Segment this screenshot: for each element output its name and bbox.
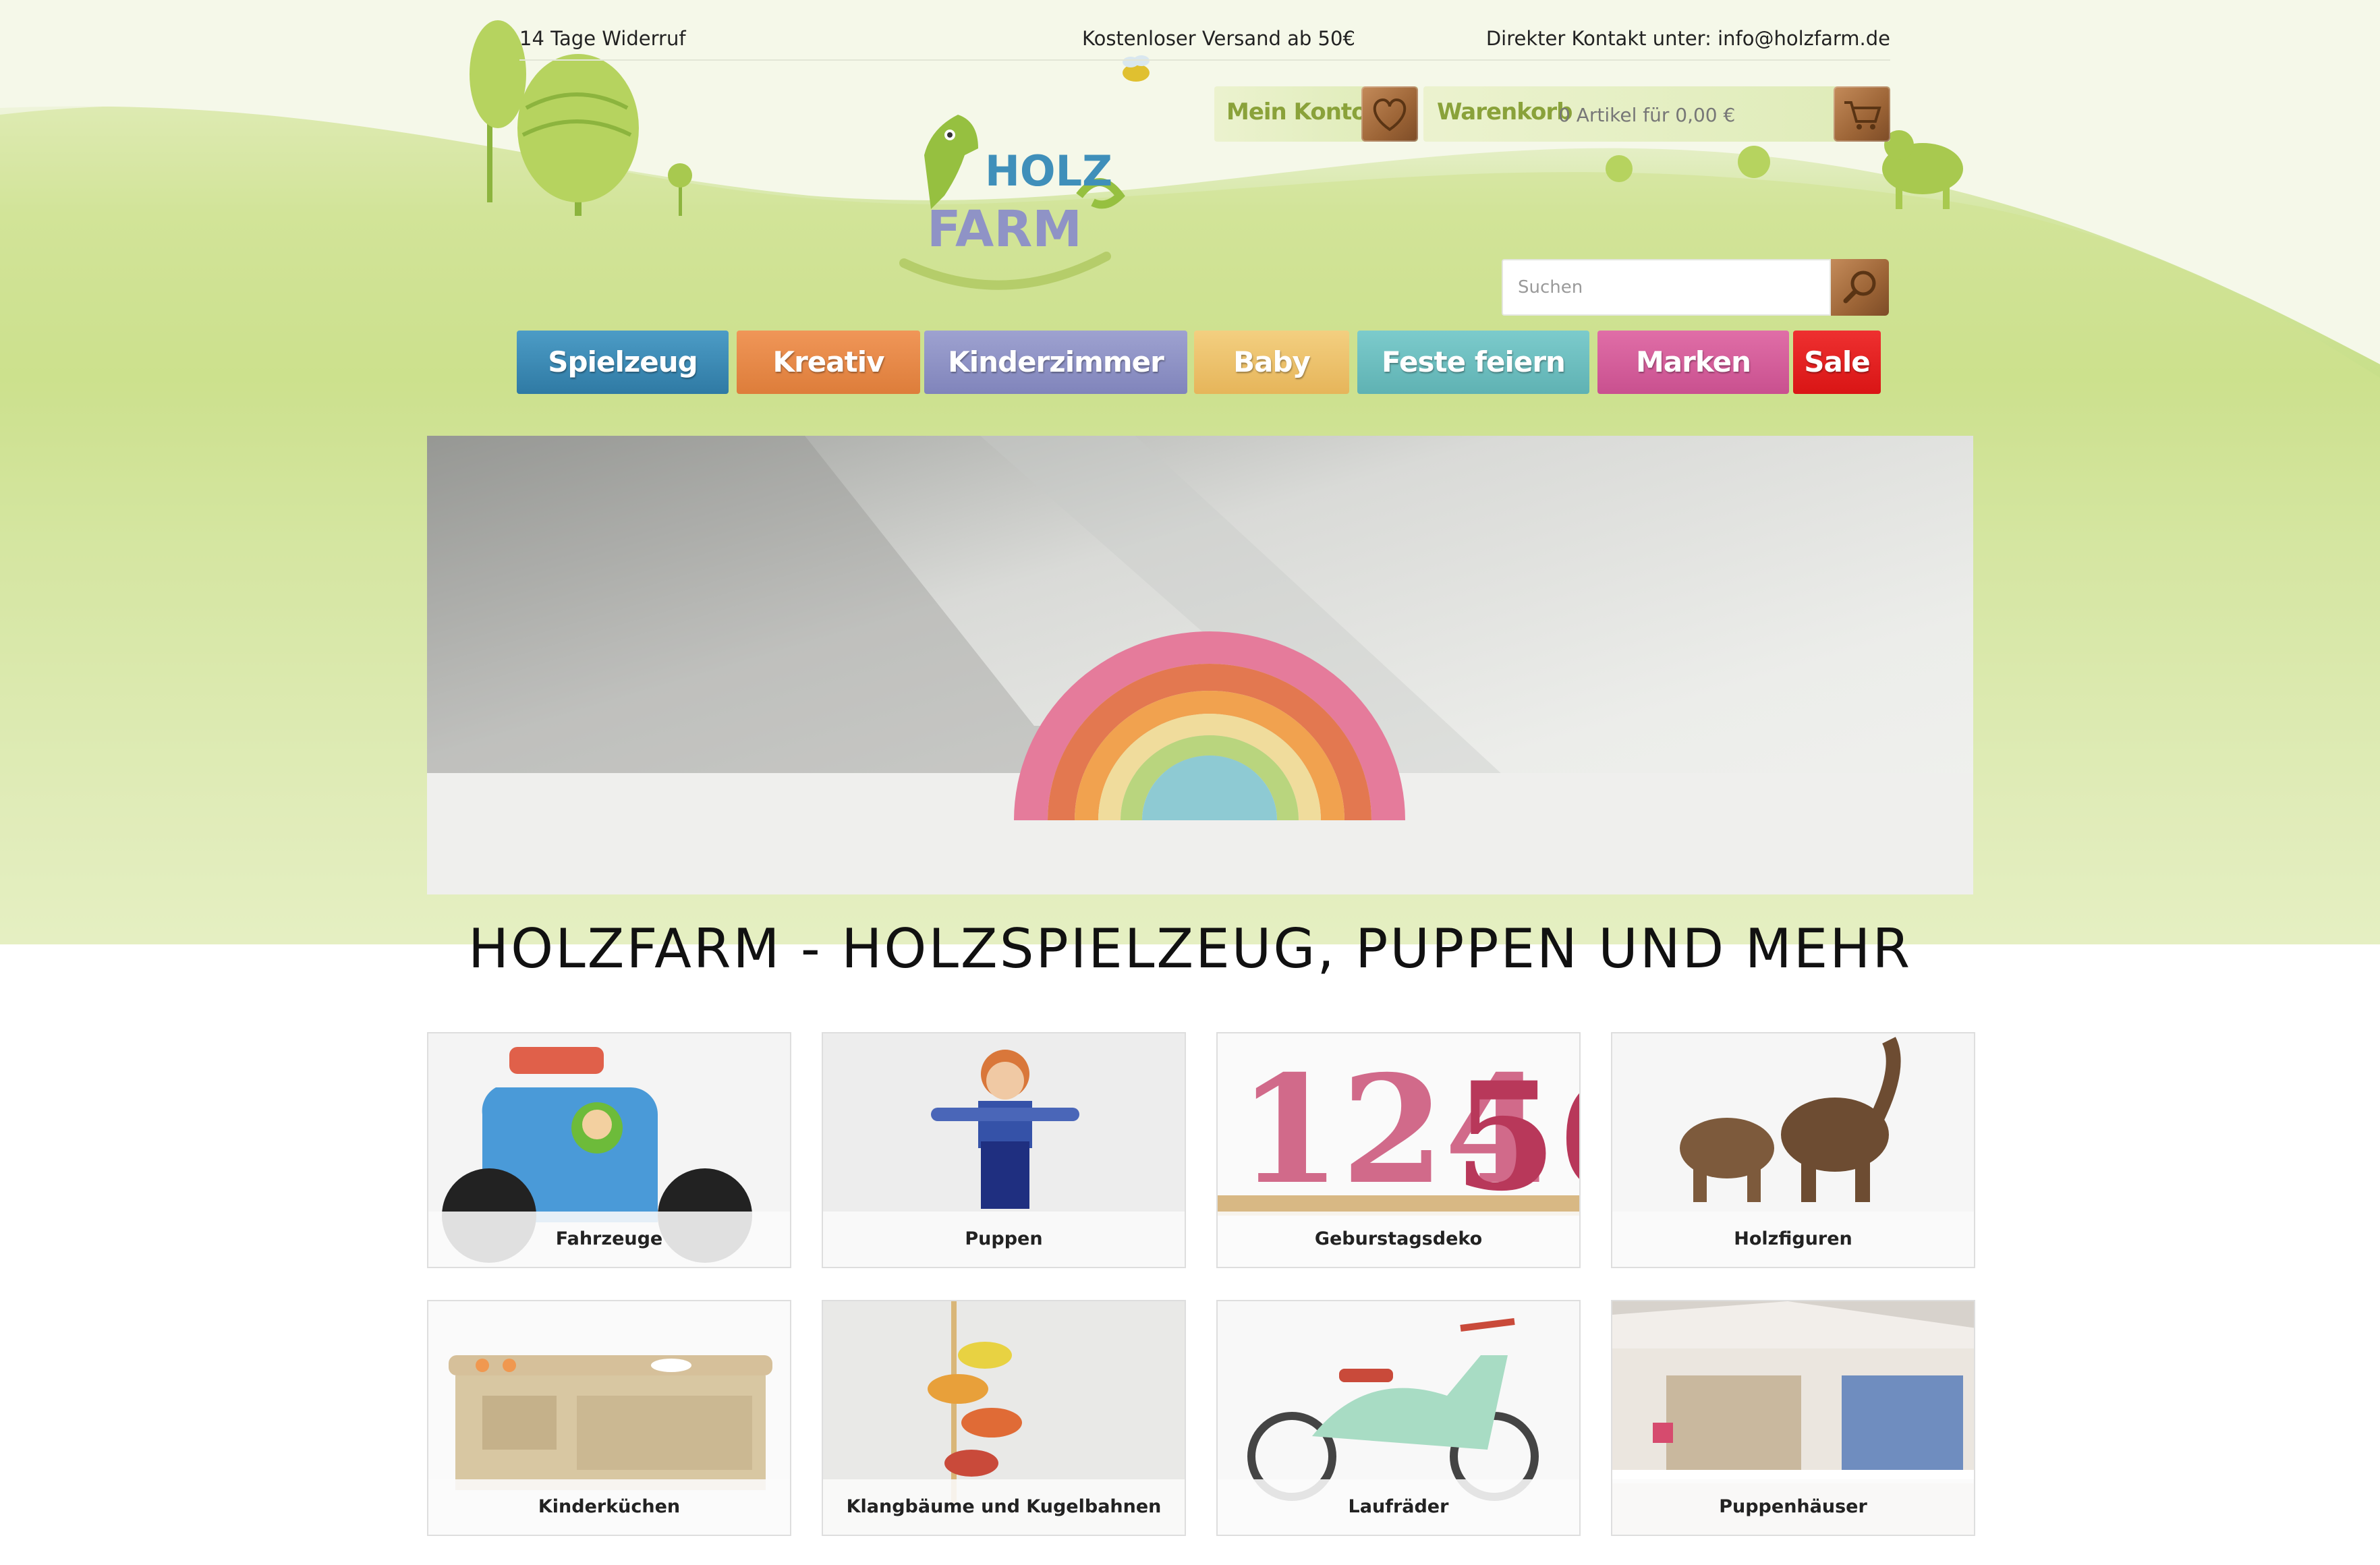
category-label: Holzfiguren [1612,1212,1974,1267]
nav-sale[interactable]: Sale [1793,331,1881,394]
category-label: Geburstagsdeko [1218,1212,1579,1267]
category-tile[interactable]: Klangbäume und Kugelbahnen [822,1300,1186,1536]
nav-feste-feiern[interactable]: Feste feiern [1357,331,1589,394]
category-tile[interactable]: Kinderküchen [427,1300,791,1536]
cart-button[interactable]: Warenkorb 0 Artikel für 0,00 € [1423,86,1890,142]
withdrawal-info: 14 Tage Widerruf [519,27,686,50]
category-label: Fahrzeuge [428,1212,790,1267]
category-tile[interactable]: Puppenhäuser [1611,1300,1975,1536]
account-label: Mein Konto [1226,98,1367,125]
nav-kinderzimmer[interactable]: Kinderzimmer [924,331,1187,394]
category-label: Kinderküchen [428,1479,790,1535]
category-label: Laufräder [1218,1479,1579,1535]
category-tile[interactable]: Fahrzeuge [427,1032,791,1268]
category-tile[interactable]: Holzfiguren [1611,1032,1975,1268]
holzfarm-logo[interactable]: HOLZ FARM [877,94,1133,304]
magnifier-icon[interactable] [1831,259,1889,316]
contact-info[interactable]: Direkter Kontakt unter: info@holzfarm.de [1486,27,1890,50]
hero-banner[interactable] [427,436,1973,894]
nav-kreativ[interactable]: Kreativ [737,331,920,394]
category-label: Puppenhäuser [1612,1479,1974,1535]
logo-text-farm: FARM [927,200,1082,258]
cart-summary: 0 Artikel für 0,00 € [1558,104,1736,126]
category-tile[interactable]: Puppen [822,1032,1186,1268]
heart-icon[interactable] [1361,86,1418,142]
nav-baby[interactable]: Baby [1194,331,1349,394]
category-tile[interactable]: 124 56 Geburstagsdeko [1216,1032,1581,1268]
logo-text-holz: HOLZ [985,146,1112,196]
search-input[interactable] [1502,259,1831,316]
nav-marken[interactable]: Marken [1597,331,1789,394]
shipping-info: Kostenloser Versand ab 50€ [1082,27,1355,50]
nav-spielzeug[interactable]: Spielzeug [517,331,729,394]
category-label: Puppen [823,1212,1185,1267]
category-label: Klangbäume und Kugelbahnen [823,1479,1185,1535]
rainbow-stacker-image [427,436,1973,894]
page-title: HOLZFARM - HOLZSPIELZEUG, PUPPEN UND MEH… [468,917,1913,980]
top-info-bar: 14 Tage Widerruf Kostenloser Versand ab … [519,12,1890,61]
cart-label: Warenkorb [1437,98,1572,125]
category-tile[interactable]: Laufräder [1216,1300,1581,1536]
my-account-button[interactable]: Mein Konto [1214,86,1418,142]
cart-icon[interactable] [1834,86,1890,142]
search-bar [1502,259,1889,316]
